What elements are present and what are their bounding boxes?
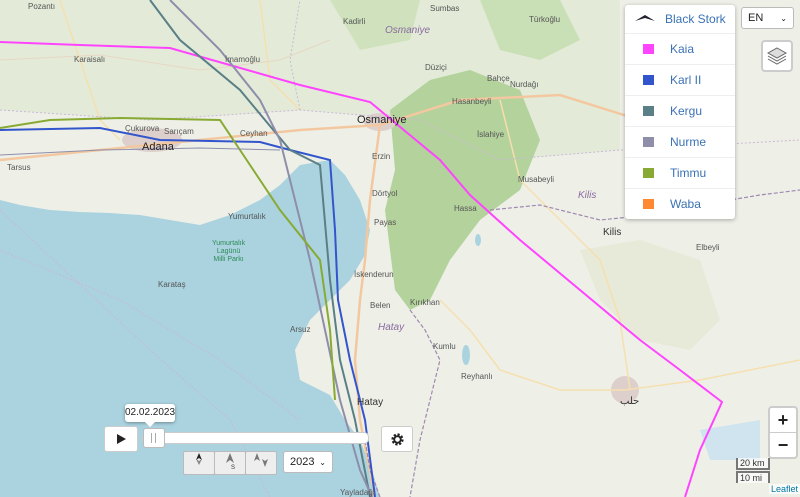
- place-label: Karataş: [158, 280, 186, 289]
- direction-label: S: [231, 465, 236, 471]
- place-label: Reyhanlı: [461, 372, 493, 381]
- legend-item-label: Waba: [670, 197, 701, 211]
- place-label: İskenderun: [354, 270, 394, 279]
- gear-icon: [390, 432, 404, 446]
- place-label: Musabeyli: [518, 175, 555, 184]
- zoom-out-button[interactable]: −: [770, 432, 796, 457]
- date-tooltip: 02.02.2023: [125, 404, 175, 427]
- place-label: Bahçe: [487, 74, 510, 83]
- place-label: Türkoğlu: [529, 15, 561, 24]
- legend-item-label: Nurme: [670, 135, 707, 149]
- place-label: Kumlu: [433, 342, 456, 351]
- direction-both-button[interactable]: [183, 451, 215, 475]
- layers-button[interactable]: [761, 40, 793, 72]
- swatch: [643, 106, 654, 116]
- lake: [462, 345, 470, 365]
- scale-km: 20 km: [736, 458, 770, 470]
- place-label: Tarsus: [7, 163, 31, 172]
- legend-item-kergu[interactable]: Kergu: [625, 95, 735, 126]
- legend-item-kaia[interactable]: Kaia: [625, 33, 735, 64]
- place-label: Sumbas: [430, 4, 460, 13]
- language-select[interactable]: EN ⌄: [741, 7, 794, 29]
- place-label: Hasanbeyli: [452, 97, 492, 106]
- zoom-in-button[interactable]: +: [770, 408, 796, 432]
- place-label: Çukurova: [125, 124, 160, 133]
- swatch: [643, 75, 654, 85]
- place-label: Düziçi: [425, 63, 447, 72]
- legend-item-label: Kaia: [670, 42, 695, 56]
- place-label: Yumurtalık: [228, 212, 266, 221]
- place-label: Arsuz: [290, 325, 311, 334]
- place-label: Hassa: [454, 204, 477, 213]
- legend-item-waba[interactable]: Waba: [625, 188, 735, 219]
- legend-item-timmu[interactable]: Timmu: [625, 157, 735, 188]
- language-value: EN: [748, 12, 764, 24]
- arrow-icon: [254, 453, 268, 467]
- year-select[interactable]: 2023 ⌄: [283, 451, 333, 473]
- timeline-slider[interactable]: [142, 432, 369, 444]
- legend-item-label: Karl II: [670, 73, 702, 87]
- swatch: [643, 137, 654, 147]
- place-label: Kilis: [578, 190, 597, 201]
- play-icon: [117, 434, 126, 444]
- place-label: Belen: [370, 301, 391, 310]
- place-label: Pozantı: [28, 2, 56, 11]
- place-label: Yayladağı: [340, 488, 375, 497]
- legend-item-label: Kergu: [670, 104, 703, 118]
- play-button[interactable]: [104, 426, 138, 452]
- place-label: Adana: [142, 141, 174, 153]
- place-label: Dörtyol: [372, 189, 398, 198]
- layers-icon: [767, 47, 787, 65]
- place-label: Payas: [374, 218, 397, 227]
- place-label: Erzin: [372, 152, 391, 161]
- place-label: Kadirli: [343, 17, 366, 26]
- place-label: Kilis: [603, 227, 622, 238]
- place-label: Osmaniye: [357, 114, 407, 126]
- direction-north-south-button[interactable]: [245, 451, 277, 475]
- swatch: [643, 168, 654, 178]
- zoom-control: + −: [768, 406, 798, 459]
- arrow-icon: [196, 453, 202, 465]
- place-label: Ceyhan: [240, 129, 268, 138]
- place-label: حلب: [620, 396, 640, 407]
- lake: [475, 234, 481, 246]
- place-label: İslahiye: [477, 130, 505, 139]
- place-label: Sarıçam: [164, 127, 194, 136]
- place-label: Osmaniye: [385, 25, 431, 36]
- place-label: Kırıkhan: [410, 298, 440, 307]
- swatch: [643, 44, 654, 54]
- stork-icon: [625, 12, 665, 26]
- direction-south-button[interactable]: S: [214, 451, 246, 475]
- legend-title: Black Stork: [665, 12, 726, 26]
- scale-mi: 10 mi: [736, 471, 770, 483]
- place-label: Karaisalı: [74, 55, 106, 64]
- place-label: Hatay: [378, 322, 405, 333]
- year-value: 2023: [290, 456, 315, 468]
- legend-item-karl-ii[interactable]: Karl II: [625, 64, 735, 95]
- place-label: Elbeyli: [696, 243, 720, 252]
- legend-item-nurme[interactable]: Nurme: [625, 126, 735, 157]
- scale-bar: 20 km 10 mi: [736, 458, 770, 483]
- timeline-handle[interactable]: [143, 428, 165, 448]
- place-label: İmamoğlu: [225, 55, 261, 64]
- legend-item-label: Timmu: [670, 166, 707, 180]
- place-label: Nurdağı: [510, 80, 539, 89]
- chevron-down-icon: ⌄: [319, 457, 326, 467]
- place-label: Yumurtalık Lagünü Milli Parkı: [212, 240, 246, 263]
- swatch: [643, 199, 654, 209]
- chevron-down-icon: ⌄: [780, 13, 787, 23]
- legend-header: Black Stork: [625, 5, 735, 33]
- legend-panel: Black Stork Kaia Karl II Kergu Nurme Tim…: [625, 5, 735, 219]
- settings-button[interactable]: [381, 426, 413, 452]
- attribution-link[interactable]: Leaflet: [769, 484, 800, 494]
- place-label: Hatay: [357, 397, 384, 408]
